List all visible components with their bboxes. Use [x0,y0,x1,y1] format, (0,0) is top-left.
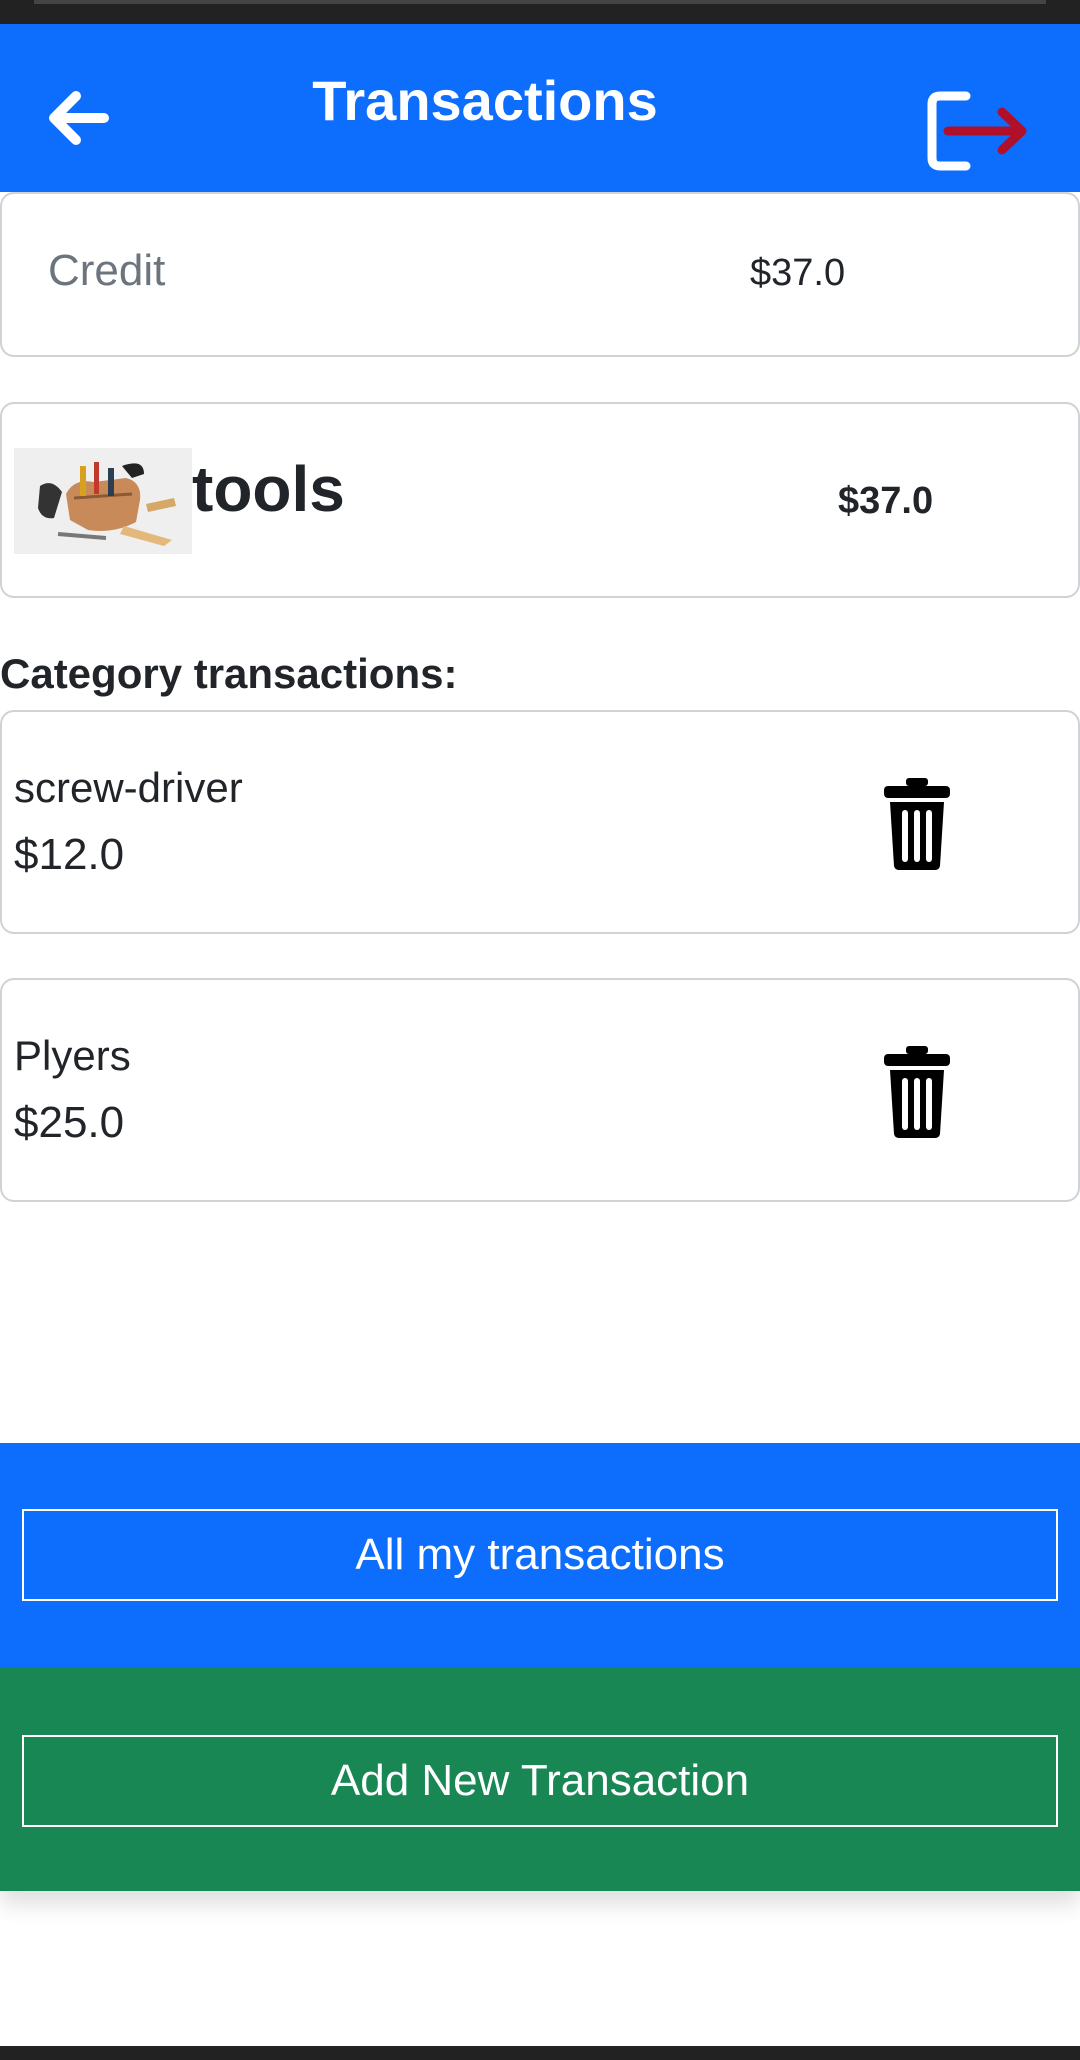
trash-icon [884,778,950,870]
logout-button[interactable] [924,86,1044,176]
status-bar-notch [34,0,1046,4]
status-bar [0,0,1080,24]
transaction-amount: $25.0 [14,1098,125,1147]
transaction-amount: $12.0 [14,830,125,879]
credit-value: $37.0 [750,252,846,294]
add-transaction-button[interactable]: Add New Transaction [22,1735,1058,1827]
list-item: Plyers $25.0 [0,978,1080,1202]
credit-card: Credit $37.0 [0,192,1080,357]
list-item: screw-driver $12.0 [0,710,1080,934]
trash-icon [884,1046,950,1138]
logout-icon [927,91,1027,171]
credit-label: Credit [48,246,166,295]
tool-belt-image [14,448,192,554]
delete-transaction-button[interactable] [880,1044,954,1140]
footer-add-bar: Add New Transaction [0,1667,1080,1891]
navigation-bar [0,2046,1080,2060]
footer-transactions-bar: All my transactions [0,1443,1080,1667]
category-amount: $37.0 [838,480,934,522]
transaction-name: Plyers [14,1032,131,1079]
all-transactions-button[interactable]: All my transactions [22,1509,1058,1601]
delete-transaction-button[interactable] [880,776,954,872]
app-header: Transactions [0,24,1080,192]
transaction-name: screw-driver [14,764,243,811]
category-name: tools [192,453,345,525]
category-card: tools $37.0 [0,402,1080,598]
page-title: Transactions [312,69,658,132]
section-heading: Category transactions: [0,650,458,697]
